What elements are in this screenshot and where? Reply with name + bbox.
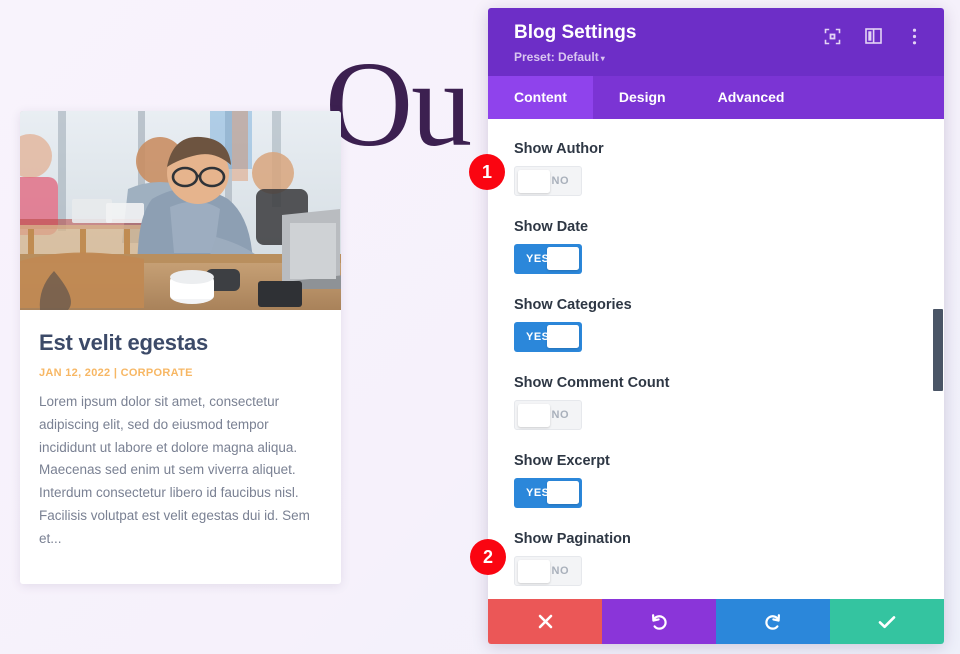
focus-icon[interactable] — [823, 27, 841, 45]
toggle-knob — [518, 559, 550, 583]
modal-header: Blog Settings Preset: Default ▾ — [488, 8, 944, 76]
field-show-pagination: Show Pagination NO — [488, 531, 944, 586]
field-label: Show Pagination — [514, 530, 631, 547]
field-label: Show Categories — [514, 296, 632, 313]
field-show-comment-count: Show Comment Count NO — [488, 375, 944, 430]
preset-selector[interactable]: Preset: Default ▾ — [514, 50, 636, 64]
tab-design[interactable]: Design — [593, 76, 692, 119]
toggle-knob — [547, 324, 579, 348]
annotation-marker-2: 2 — [470, 539, 506, 575]
toggle-show-date[interactable]: YES — [514, 243, 582, 274]
hero-heading: Ou — [325, 37, 472, 172]
toggle-show-pagination[interactable]: NO — [514, 555, 582, 586]
toggle-state: NO — [551, 408, 569, 421]
toggle-show-comment-count[interactable]: NO — [514, 399, 582, 430]
blog-settings-modal[interactable]: Blog Settings Preset: Default ▾ Content … — [488, 8, 944, 644]
modal-tabs: Content Design Advanced — [488, 75, 944, 119]
undo-icon — [649, 612, 669, 632]
modal-header-icons — [823, 27, 923, 45]
toggle-knob — [518, 403, 550, 427]
close-icon — [537, 613, 554, 630]
check-icon — [877, 614, 897, 630]
modal-title: Blog Settings — [514, 22, 637, 43]
undo-button[interactable] — [602, 599, 716, 644]
toggle-state: YES — [526, 252, 550, 265]
field-label: Show Comment Count — [514, 374, 670, 391]
more-options-icon[interactable] — [905, 27, 923, 45]
toggle-state: YES — [526, 330, 550, 343]
cancel-button[interactable] — [488, 599, 602, 644]
toggle-state: NO — [551, 174, 569, 187]
chevron-down-icon: ▾ — [600, 53, 605, 63]
field-label: Show Author — [514, 140, 604, 157]
field-show-categories: Show Categories YES — [488, 297, 944, 352]
modal-header-text: Blog Settings Preset: Default ▾ — [514, 22, 636, 64]
field-show-date: Show Date YES — [488, 219, 944, 274]
toggle-state: NO — [551, 564, 569, 577]
blog-post-meta: JAN 12, 2022 | CORPORATE — [39, 367, 193, 379]
redo-icon — [763, 612, 783, 632]
toggle-knob — [547, 246, 579, 270]
toggle-show-categories[interactable]: YES — [514, 321, 582, 352]
blog-post-body: Est velit egestas JAN 12, 2022 | CORPORA… — [20, 310, 341, 551]
modal-body: Show Author NO Show Date YES Show Catego… — [488, 118, 944, 599]
toggle-state: YES — [526, 486, 550, 499]
modal-action-bar — [488, 599, 944, 644]
field-show-author: Show Author NO — [488, 141, 944, 196]
field-label: Show Excerpt — [514, 452, 610, 469]
blog-post-excerpt: Lorem ipsum dolor sit amet, consectetur … — [39, 394, 310, 546]
scrollbar-thumb[interactable] — [933, 308, 943, 391]
redo-button[interactable] — [716, 599, 830, 644]
toggle-show-excerpt[interactable]: YES — [514, 477, 582, 508]
scrollbar-track[interactable] — [933, 119, 944, 599]
save-button[interactable] — [830, 599, 944, 644]
preset-label: Preset: Default — [514, 49, 599, 64]
annotation-marker-1: 1 — [469, 154, 505, 190]
blog-post-image — [20, 111, 341, 310]
tab-content[interactable]: Content — [488, 75, 593, 119]
layout-panel-icon[interactable] — [864, 27, 882, 45]
toggle-knob — [518, 169, 550, 193]
tab-advanced[interactable]: Advanced — [692, 76, 811, 119]
blog-post-title: Est velit egestas — [39, 330, 209, 355]
field-show-excerpt: Show Excerpt YES — [488, 453, 944, 508]
field-label: Show Date — [514, 218, 589, 235]
toggle-knob — [547, 480, 579, 504]
blog-post-card[interactable]: Est velit egestas JAN 12, 2022 | CORPORA… — [20, 111, 341, 584]
toggle-show-author[interactable]: NO — [514, 165, 582, 196]
